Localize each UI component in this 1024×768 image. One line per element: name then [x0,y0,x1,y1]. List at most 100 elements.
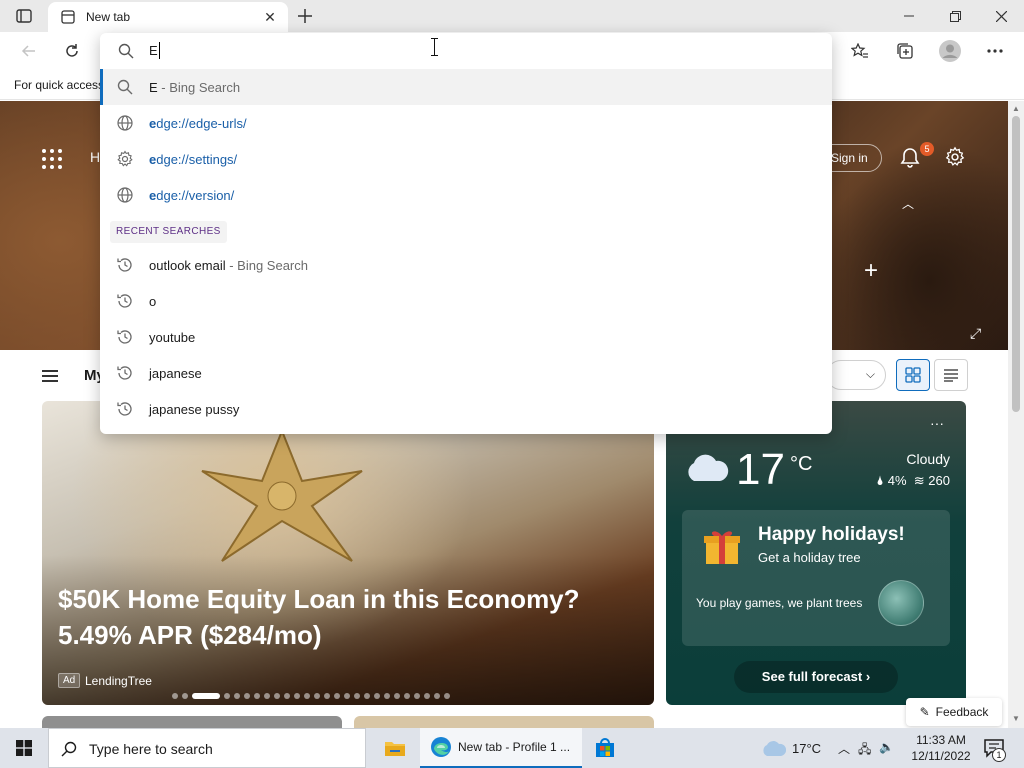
suggestion-edge-settings[interactable]: edge://settings/ [100,141,832,177]
gear-icon [117,150,133,167]
carousel-dot[interactable] [274,693,280,699]
refresh-button[interactable] [57,37,87,65]
recent-search-item[interactable]: japanese pussy [100,391,832,427]
carousel-dot[interactable] [294,693,300,699]
hero-partial-text: H [90,149,101,165]
recent-query: o [149,294,157,309]
scroll-up-arrow-icon[interactable]: ▲ [1012,104,1020,113]
back-button[interactable] [14,37,44,65]
carousel-dot[interactable] [374,693,380,699]
feedback-button[interactable]: ✎ Feedback [906,698,1002,726]
feed-card-partial[interactable] [354,716,654,728]
carousel-dot[interactable] [172,693,178,699]
carousel-dot[interactable] [224,693,230,699]
carousel-dot[interactable] [404,693,410,699]
speaker-icon[interactable]: 🔈 [879,740,894,761]
suggestion-bing-search[interactable]: E - Bing Search [100,69,832,105]
feed-card-partial[interactable] [42,716,342,728]
scroll-down-arrow-icon[interactable]: ▼ [1012,714,1020,723]
start-button[interactable] [0,728,48,768]
back-arrow-icon [21,45,35,57]
promo-line: You play games, we plant trees [696,596,863,610]
carousel-dot[interactable] [284,693,290,699]
carousel-dot[interactable] [244,693,250,699]
carousel-dot[interactable] [324,693,330,699]
profile-button[interactable] [935,37,965,65]
see-full-forecast-button[interactable]: See full forecast › [734,661,898,693]
tab-new-tab[interactable]: New tab ✕ [48,2,288,32]
carousel-dot[interactable] [414,693,420,699]
suggestion-url: dge://settings/ [156,152,238,167]
expand-icon[interactable]: ⤢ [970,325,981,342]
carousel-dot[interactable] [364,693,370,699]
recent-search-item[interactable]: youtube [100,319,832,355]
address-input[interactable]: E [149,43,158,58]
holiday-promo[interactable]: Happy holidays! Get a holiday tree You p… [682,510,950,646]
recent-search-item[interactable]: japanese [100,355,832,391]
search-icon [118,43,134,59]
carousel-dot[interactable] [344,693,350,699]
ad-headline[interactable]: $50K Home Equity Loan in this Economy? 5… [58,581,618,653]
gear-icon[interactable] [944,146,966,168]
carousel-dot[interactable] [384,693,390,699]
tab-actions-icon [16,9,32,23]
scroll-thumb[interactable] [1012,116,1020,412]
chevron-up-icon[interactable]: ︿ [838,740,850,761]
grid-view-button[interactable] [896,359,930,391]
carousel-dot[interactable] [314,693,320,699]
carousel-dot[interactable] [354,693,360,699]
new-tab-button[interactable] [292,4,318,28]
carousel-dot[interactable] [234,693,240,699]
carousel-dot[interactable] [424,693,430,699]
cloudy-weather-icon [688,454,729,481]
carousel-dot[interactable] [394,693,400,699]
carousel-dots[interactable] [172,693,450,699]
carousel-dot[interactable] [444,693,450,699]
ad-card[interactable]: $50K Home Equity Loan in this Economy? 5… [42,401,654,705]
globe-icon [117,187,133,203]
recent-query: japanese [149,366,202,381]
network-icon[interactable]: 🖧 [858,740,871,761]
add-shortcut-icon[interactable]: + [864,257,878,285]
weather-card[interactable]: ··· 17 °C Cloudy 🌢 4% ≋ 260 Happy holida… [666,401,966,705]
store-app[interactable] [590,728,620,768]
app-launcher-icon[interactable] [42,149,62,169]
carousel-dot[interactable] [254,693,260,699]
clock[interactable]: 11:33 AM 12/11/2022 [910,732,972,764]
recent-search-item[interactable]: o [100,283,832,319]
carousel-dot[interactable] [334,693,340,699]
edge-app-active[interactable]: New tab - Profile 1 ... [420,728,582,768]
recent-search-item[interactable]: outlook email - Bing Search [100,247,832,283]
menu-icon[interactable] [42,370,58,382]
list-view-button[interactable] [934,359,968,391]
feed-layout-dropdown[interactable]: ⌵ [826,360,886,390]
taskbar-weather[interactable]: 17°C [760,728,821,768]
tab-close-icon[interactable]: ✕ [260,7,280,27]
temperature-unit[interactable]: °C [790,453,812,476]
minimize-button[interactable] [886,0,932,32]
carousel-dot-active[interactable] [192,693,220,699]
temperature: 17 [736,445,785,494]
system-tray: ︿ 🖧 🔈 [838,740,894,761]
file-explorer-app[interactable] [376,728,414,768]
close-window-button[interactable] [978,0,1024,32]
carousel-dot[interactable] [182,693,188,699]
search-icon [117,79,133,95]
settings-more-button[interactable] [980,37,1010,65]
tab-actions-button[interactable] [8,4,40,28]
suggestion-edge-urls[interactable]: edge://edge-urls/ [100,105,832,141]
collections-button[interactable] [890,37,920,65]
chevron-up-icon[interactable]: ︿ [902,195,914,212]
address-bar[interactable]: E [100,33,832,69]
restore-button[interactable] [932,0,978,32]
carousel-dot[interactable] [434,693,440,699]
suggestion-edge-version[interactable]: edge://version/ [100,177,832,213]
more-options-icon[interactable]: ··· [930,415,944,431]
favorites-button[interactable] [845,37,875,65]
suggestion-suffix: - Bing Search [157,80,241,95]
carousel-dot[interactable] [304,693,310,699]
bell-icon[interactable] [898,146,922,170]
grid-icon [905,367,921,383]
carousel-dot[interactable] [264,693,270,699]
taskbar-search[interactable]: Type here to search [48,728,366,768]
